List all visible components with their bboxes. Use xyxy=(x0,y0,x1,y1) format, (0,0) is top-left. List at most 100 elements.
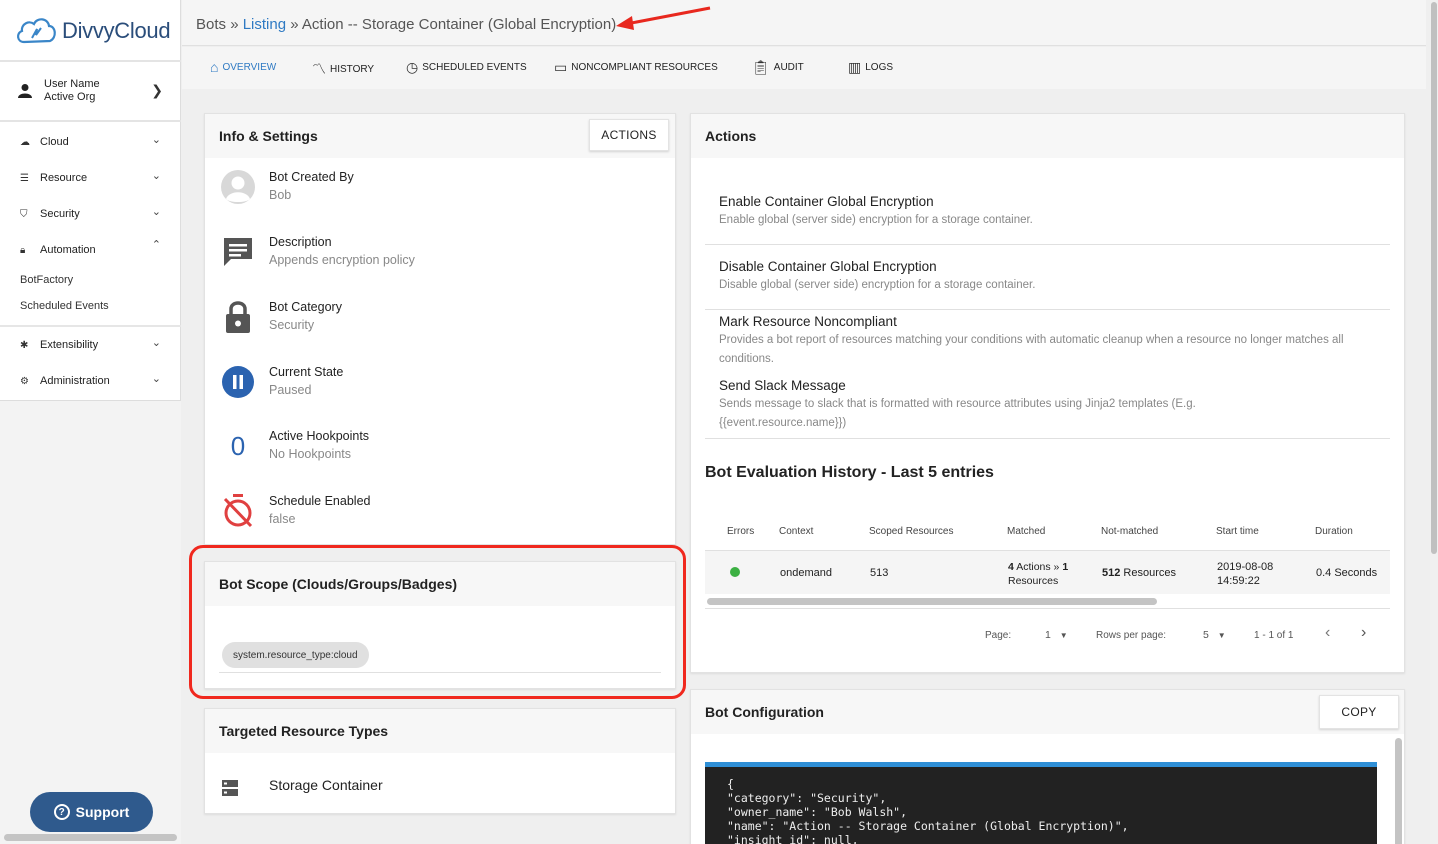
page-select[interactable]: 1 ▼ xyxy=(1045,629,1068,641)
action-description: Provides a bot report of resources match… xyxy=(719,334,1344,365)
divider xyxy=(705,244,1390,245)
cell-not-matched[interactable]: 512 Resources xyxy=(1102,567,1176,579)
page-title: Action -- Storage Container (Global Encr… xyxy=(301,16,617,33)
breadcrumb-separator: » xyxy=(290,16,299,33)
table-horizontal-scrollbar[interactable] xyxy=(707,598,1157,605)
sidebar-item-resource[interactable]: ☰ Resource ⌄ xyxy=(0,160,181,196)
avatar-icon xyxy=(221,170,255,204)
copy-button[interactable]: COPY xyxy=(1319,695,1399,729)
tab-label: OVERVIEW xyxy=(222,61,277,73)
column-header-start-time[interactable]: Start time xyxy=(1216,526,1259,537)
action-item[interactable]: Enable Container Global Encryption Enabl… xyxy=(719,194,1390,230)
card-title: Actions xyxy=(691,114,1404,158)
support-label: Support xyxy=(75,804,130,820)
column-header-duration[interactable]: Duration xyxy=(1315,526,1353,537)
bar-chart-icon: ▥ xyxy=(848,59,862,75)
column-header-context[interactable]: Context xyxy=(779,526,813,537)
user-icon xyxy=(18,84,32,98)
column-header-matched[interactable]: Matched xyxy=(1007,526,1045,537)
sidebar-item-extensibility[interactable]: ✱ Extensibility ⌄ xyxy=(0,327,181,363)
cloud-icon: ☁ xyxy=(20,136,30,148)
page-scrollbar[interactable] xyxy=(1430,0,1438,844)
breadcrumb: Bots » Listing » Action -- Storage Conta… xyxy=(196,16,616,33)
actions-button[interactable]: ACTIONS xyxy=(589,119,669,151)
info-row-state: Current State Paused xyxy=(219,363,659,413)
cell-duration: 0.4 Seconds xyxy=(1316,567,1378,579)
tab-audit[interactable]: 📋︎ AUDIT xyxy=(752,59,804,76)
action-description: Enable global (server side) encryption f… xyxy=(719,214,1033,226)
sidebar-item-cloud[interactable]: ☁ Cloud ⌄ xyxy=(0,124,181,160)
user-org: Active Org xyxy=(44,91,96,103)
actions-card: Actions Enable Container Global Encrypti… xyxy=(690,113,1405,673)
tab-label: SCHEDULED EVENTS xyxy=(422,62,527,73)
code-line: { xyxy=(727,777,734,791)
matched-count: 1 xyxy=(1062,561,1069,573)
sidebar-item-security[interactable]: ⛉ Security ⌄ xyxy=(0,196,181,232)
targeted-resource-types-card: Targeted Resource Types Storage Containe… xyxy=(204,708,676,814)
lock-icon xyxy=(219,298,257,336)
tab-label: LOGS xyxy=(865,62,894,73)
clock-icon: ◷ xyxy=(406,59,419,75)
rows-per-page-select[interactable]: 5 ▼ xyxy=(1203,629,1226,641)
sidebar: DivvyCloud User Name Active Org ❯ ☁ Clou… xyxy=(0,0,181,844)
tab-logs[interactable]: ▥ LOGS xyxy=(848,59,893,76)
user-menu[interactable]: User Name Active Org ❯ xyxy=(0,60,181,122)
card-title: Bot Configuration xyxy=(691,690,1404,734)
action-item[interactable]: Mark Resource Noncompliant Provides a bo… xyxy=(719,314,1344,369)
tab-overview[interactable]: ⌂ OVERVIEW xyxy=(210,59,276,75)
hookpoint-count: 0 xyxy=(230,430,246,461)
column-header-errors[interactable]: Errors xyxy=(727,526,754,537)
page-scrollbar-thumb[interactable] xyxy=(1431,2,1437,554)
info-label: Current State xyxy=(269,365,344,379)
divider xyxy=(705,608,1390,609)
bot-configuration-card: Bot Configuration COPY {"category": "Sec… xyxy=(690,689,1405,844)
chevron-left-icon[interactable]: ‹ xyxy=(1325,624,1330,642)
column-header-not-matched[interactable]: Not-matched xyxy=(1101,526,1158,537)
config-scrollbar[interactable] xyxy=(1395,738,1402,844)
history-title: Bot Evaluation History - Last 5 entries xyxy=(705,464,994,481)
info-label: Schedule Enabled xyxy=(269,494,371,508)
breadcrumb-root[interactable]: Bots xyxy=(196,16,226,33)
sidebar-subitem-scheduled-events[interactable]: Scheduled Events xyxy=(20,300,109,312)
action-title: Send Slack Message xyxy=(719,378,846,393)
chevron-right-icon[interactable]: › xyxy=(1361,624,1366,642)
matched-text: Resources xyxy=(1008,575,1059,587)
list-icon: ☰ xyxy=(20,172,29,184)
tab-label: AUDIT xyxy=(773,62,804,73)
breadcrumb-link-listing[interactable]: Listing xyxy=(243,16,286,33)
brand-logo[interactable]: DivvyCloud xyxy=(14,14,171,48)
sidebar-item-label: Automation xyxy=(40,244,96,256)
tab-scheduled-events[interactable]: ◷ SCHEDULED EVENTS xyxy=(406,59,527,76)
info-value: Appends encryption policy xyxy=(269,253,415,267)
action-item[interactable]: Send Slack Message Sends message to slac… xyxy=(719,378,1244,433)
not-matched-text: Resources xyxy=(1123,567,1176,579)
sidebar-item-administration[interactable]: ⚙ Administration ⌄ xyxy=(0,363,181,399)
config-code-block[interactable]: {"category": "Security", "owner_name": "B… xyxy=(705,762,1377,844)
info-label: Description xyxy=(269,235,332,249)
tab-history[interactable]: 〽 HISTORY xyxy=(312,59,374,79)
sidebar-item-label: Administration xyxy=(40,375,110,387)
timer-off-icon xyxy=(219,492,257,530)
info-label: Bot Category xyxy=(269,300,342,314)
targeted-resource-item[interactable]: Storage Container xyxy=(269,777,383,793)
sidebar-item-automation[interactable]: 🔒︎ Automation ⌃ xyxy=(0,232,181,268)
annotation-arrow xyxy=(616,6,711,30)
sidebar-item-label: Security xyxy=(40,208,80,220)
sidebar-scrollbar[interactable] xyxy=(4,834,177,841)
support-button[interactable]: ? Support xyxy=(30,792,153,832)
column-header-scoped-resources[interactable]: Scoped Resources xyxy=(869,526,954,537)
tab-noncompliant-resources[interactable]: ▭ NONCOMPLIANT RESOURCES xyxy=(554,59,718,76)
storage-icon xyxy=(222,780,238,796)
action-item[interactable]: Disable Container Global Encryption Disa… xyxy=(719,259,1390,295)
tab-label: NONCOMPLIANT RESOURCES xyxy=(571,62,718,73)
sidebar-subitem-botfactory[interactable]: BotFactory xyxy=(20,274,73,286)
home-icon: ⌂ xyxy=(210,59,219,75)
tab-bar: ⌂ OVERVIEW 〽 HISTORY ◷ SCHEDULED EVENTS … xyxy=(182,47,1426,89)
annotation-highlight-box xyxy=(189,545,686,699)
comment-icon xyxy=(219,233,257,271)
chevron-down-icon: ⌄ xyxy=(151,134,161,146)
code-line: "category": "Security", xyxy=(727,791,887,805)
cell-matched[interactable]: 4 Actions » 1 Resources xyxy=(1008,560,1068,588)
info-row-hookpoints: 0 Active Hookpoints No Hookpoints xyxy=(219,427,659,477)
info-label: Active Hookpoints xyxy=(269,429,370,443)
